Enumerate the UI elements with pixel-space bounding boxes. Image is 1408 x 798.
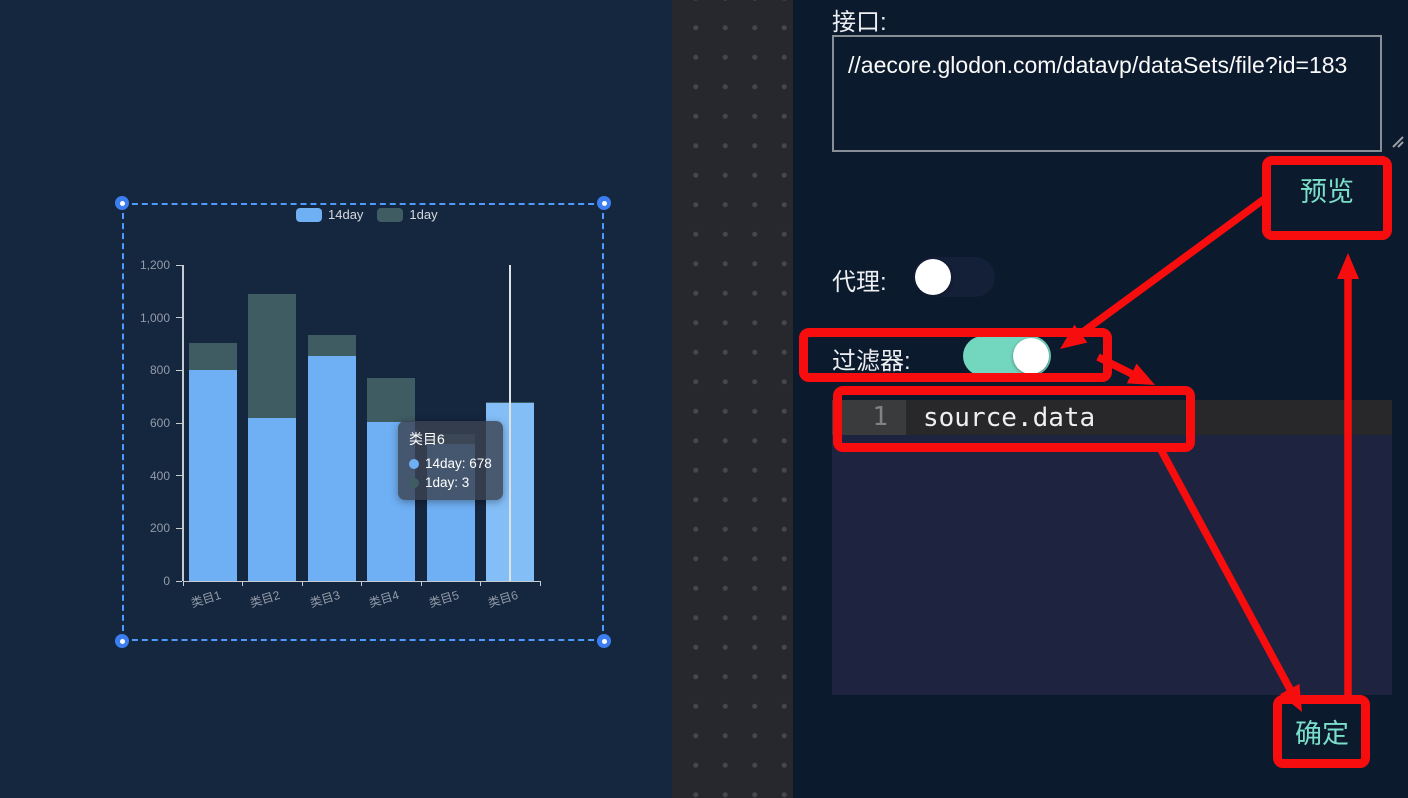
tooltip-row: 14day: 678 — [409, 454, 492, 473]
proxy-label: 代理: — [832, 262, 887, 297]
chart-tooltip: 类目6 14day: 678 1day: 3 — [398, 421, 503, 500]
annotation-box-filter-code — [833, 386, 1195, 452]
api-label: 接口: — [832, 2, 887, 37]
tooltip-series-dot — [409, 478, 419, 488]
design-canvas[interactable]: 02004006008001,0001,200类目1类目2类目3类目4类目5类目… — [0, 0, 672, 798]
proxy-toggle-knob — [915, 259, 951, 295]
annotation-box-filter — [799, 328, 1112, 382]
resize-handle-top-right[interactable] — [597, 196, 611, 210]
resize-handle-bottom-left[interactable] — [115, 634, 129, 648]
api-url-textarea[interactable]: //aecore.glodon.com/datavp/dataSets/file… — [832, 35, 1382, 152]
tooltip-row-text: 14day: 678 — [425, 456, 492, 471]
proxy-toggle[interactable] — [913, 257, 995, 297]
resize-handle-bottom-right[interactable] — [597, 634, 611, 648]
annotation-box-preview — [1262, 156, 1392, 240]
filter-code-editor-body[interactable] — [832, 435, 1392, 695]
tooltip-title: 类目6 — [409, 429, 492, 449]
tooltip-series-dot — [409, 459, 419, 469]
selection-outline — [122, 203, 604, 641]
resize-handle-top-left[interactable] — [115, 196, 129, 210]
tooltip-row-text: 1day: 3 — [425, 475, 469, 490]
axis-pointer-line — [509, 265, 511, 581]
annotation-box-confirm — [1273, 695, 1370, 768]
panel-divider-dotted-strip — [672, 0, 793, 798]
textarea-resize-grip[interactable] — [1389, 133, 1405, 149]
tooltip-row: 1day: 3 — [409, 473, 492, 492]
